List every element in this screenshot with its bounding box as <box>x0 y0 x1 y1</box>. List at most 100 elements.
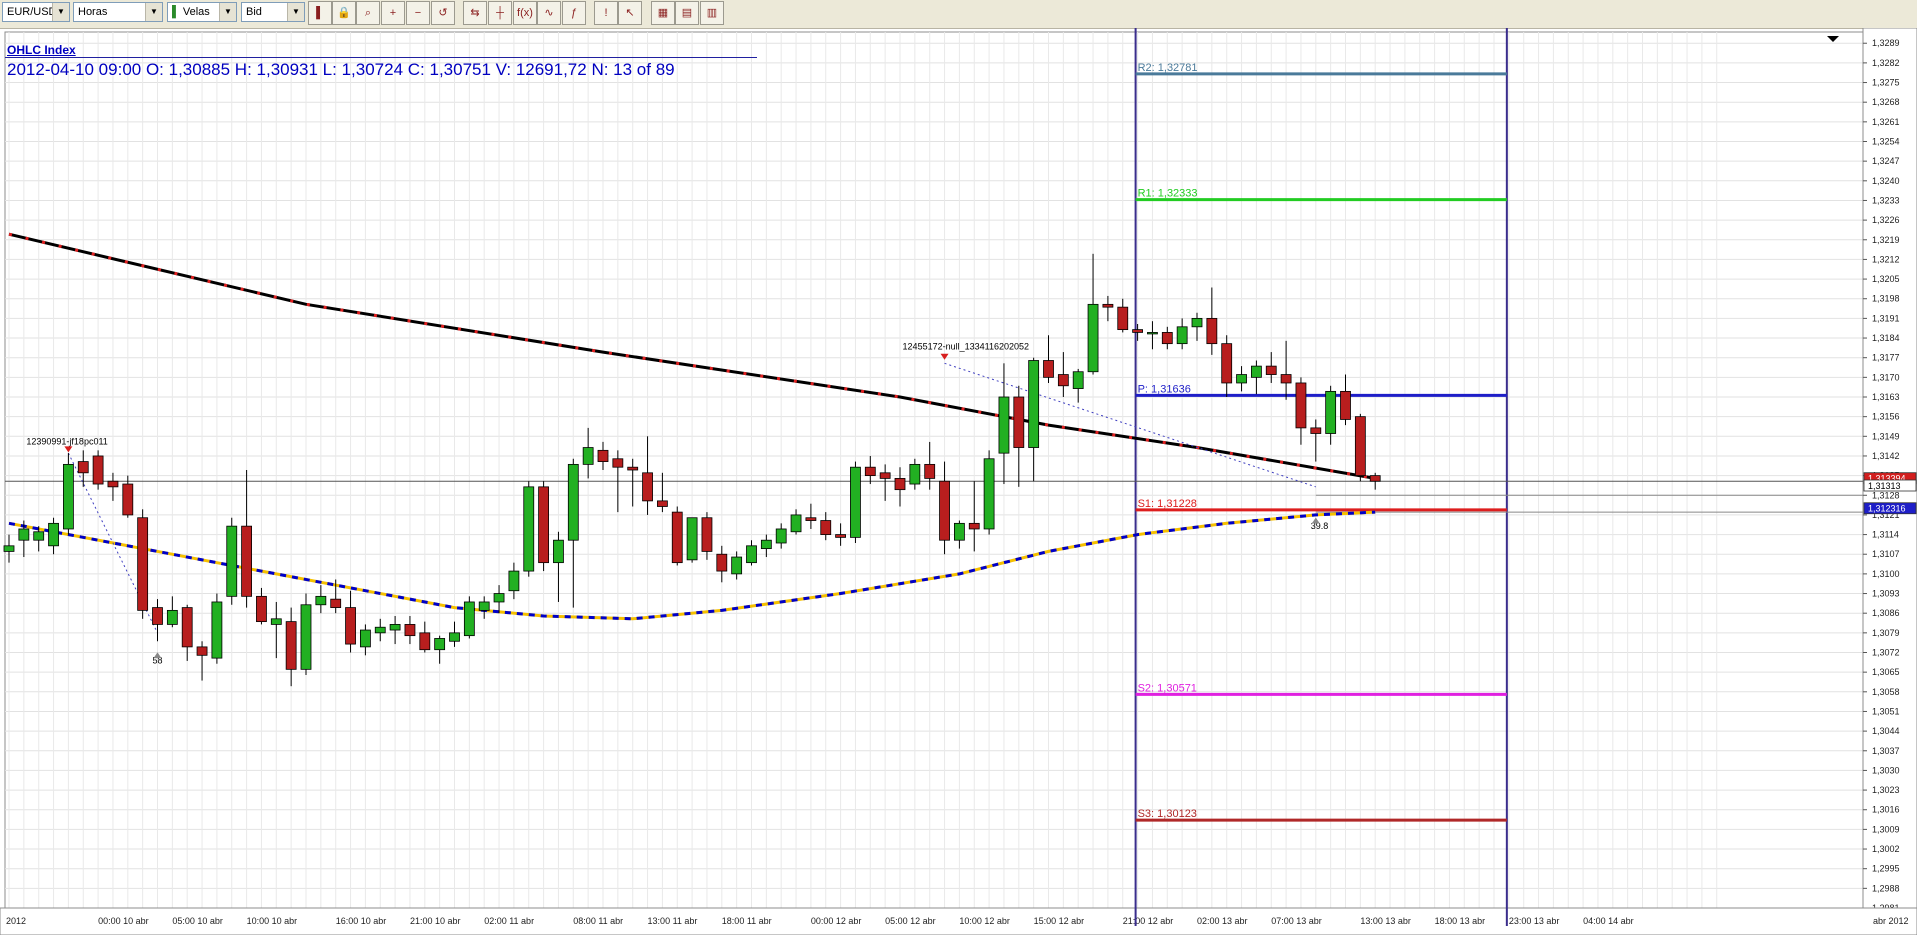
candle-down <box>1117 306 1129 331</box>
candle <box>538 481 549 572</box>
cursor-data-icon[interactable]: ┼ <box>488 1 512 25</box>
price-chart[interactable]: 1,3289 1,3282 1,3275 1,3268 1,3261 1,3254 1,32… <box>0 28 1917 935</box>
zoom-area-icon[interactable]: ⌕ <box>356 1 380 25</box>
y-tick-label: 1,3205 <box>1872 274 1900 284</box>
bar-style-icon[interactable]: ▌ <box>308 1 332 25</box>
price-tag: 1,312316 <box>1863 502 1917 515</box>
candle-up <box>463 601 475 637</box>
y-tick-label: 1,3030 <box>1872 765 1900 775</box>
chevron-down-icon: ▼ <box>52 3 69 21</box>
candle-down <box>1013 396 1025 448</box>
x-tick-label: 2012 <box>6 916 26 926</box>
candle-down <box>805 517 817 521</box>
grid-icon[interactable]: ▦ <box>651 1 675 25</box>
template-icon[interactable]: ▤ <box>675 1 699 25</box>
x-tick-label: 10:00 10 abr <box>247 916 298 926</box>
candle <box>686 517 698 563</box>
y-tick-label: 1,3086 <box>1872 608 1900 618</box>
candle <box>850 461 861 543</box>
x-tick-label: 08:00 11 abr <box>573 916 623 926</box>
y-tick-label: 1,3009 <box>1872 824 1900 834</box>
candle-down <box>1161 332 1173 345</box>
y-tick-label: 1,3149 <box>1872 431 1900 441</box>
candle-down <box>285 621 297 670</box>
candle-down <box>597 449 609 462</box>
candle-down <box>657 500 668 507</box>
x-tick-label: abr 2012 <box>1873 916 1909 926</box>
candle-down <box>1057 374 1069 387</box>
candle-up <box>909 463 921 485</box>
symbol-select-value: EUR/USD <box>7 6 57 18</box>
candle-up <box>553 539 564 564</box>
candle-up <box>359 629 371 648</box>
candle-down <box>256 595 267 623</box>
alert-icon[interactable]: ! <box>594 1 618 25</box>
candle-down <box>864 466 876 477</box>
scroll-icon[interactable]: ⇆ <box>463 1 487 25</box>
candle-up <box>1176 326 1188 345</box>
x-tick-label: 18:00 13 abr <box>1435 916 1486 926</box>
y-tick-label: 1,3016 <box>1872 805 1900 815</box>
candle-down <box>181 607 193 648</box>
x-tick-label: 18:00 11 abr <box>722 916 772 926</box>
candle-down <box>1206 317 1218 345</box>
candle-up <box>954 522 965 541</box>
candle-up <box>790 514 802 533</box>
candle-down <box>627 466 639 471</box>
zoom-reset-icon[interactable]: ↺ <box>431 1 455 25</box>
candle-up <box>63 463 74 530</box>
function-icon[interactable]: f(x) <box>513 1 537 25</box>
chevron-down-icon: ▼ <box>219 3 236 21</box>
y-tick-label: 1,3247 <box>1872 156 1900 166</box>
lock-icon[interactable]: 🔒 <box>332 1 356 25</box>
candle-down <box>404 624 416 637</box>
pointer-icon[interactable]: ↖ <box>618 1 642 25</box>
candle-down <box>1221 343 1233 384</box>
y-tick-label: 1,3226 <box>1872 215 1900 225</box>
candle-up <box>998 396 1010 454</box>
candle-down <box>835 534 846 538</box>
candle-down <box>1295 382 1307 429</box>
candle-up <box>389 624 401 631</box>
y-tick-label: 1,3128 <box>1872 490 1900 500</box>
chevron-down-icon: ▼ <box>145 3 162 21</box>
zoom-out-icon[interactable]: − <box>406 1 430 25</box>
candle-down <box>107 480 119 488</box>
x-tick-label: 04:00 14 abr <box>1583 916 1634 926</box>
pivot-label: R1: 1,32333 <box>1138 188 1198 200</box>
x-tick-label: 21:00 12 abr <box>1123 916 1174 926</box>
candle-up <box>1236 374 1247 384</box>
y-tick-label: 1,3058 <box>1872 687 1900 697</box>
candle-up <box>493 593 505 603</box>
x-tick-label: 13:00 13 abr <box>1360 916 1411 926</box>
y-tick-label: 1,3240 <box>1872 176 1900 186</box>
zoom-in-icon[interactable]: + <box>381 1 405 25</box>
timeframe-select[interactable]: Horas ▼ <box>73 2 163 22</box>
symbol-select[interactable]: EUR/USD ▼ <box>2 2 70 22</box>
y-tick-label: 1,3254 <box>1872 137 1900 147</box>
candle-up <box>523 486 535 572</box>
candle-up <box>1251 365 1262 378</box>
candle-up <box>48 522 59 547</box>
candle-down <box>820 520 832 535</box>
pivot-label: R2: 1,32781 <box>1138 62 1198 74</box>
candle-up <box>567 463 579 541</box>
candle-down <box>152 607 163 625</box>
candle-up <box>1325 390 1337 434</box>
indicator-icon[interactable]: ∿ <box>537 1 561 25</box>
candle-down <box>968 522 980 530</box>
candle-up <box>478 601 490 611</box>
candle-up <box>434 638 446 651</box>
y-tick-label: 1,3044 <box>1872 726 1900 736</box>
candle-up <box>211 601 223 659</box>
y-tick-label: 1,3079 <box>1872 628 1900 638</box>
price-side-select[interactable]: Bid ▼ <box>241 2 305 22</box>
candle-up <box>746 545 757 564</box>
chart-type-select[interactable]: ▌ Velas ▼ <box>167 2 237 22</box>
candle-up <box>315 595 327 606</box>
layout-icon[interactable]: ▥ <box>700 1 724 25</box>
y-tick-label: 1,3037 <box>1872 746 1900 756</box>
y-tick-label: 1,3233 <box>1872 195 1900 205</box>
candle-up <box>983 458 995 530</box>
strategy-icon[interactable]: ƒ <box>562 1 586 25</box>
